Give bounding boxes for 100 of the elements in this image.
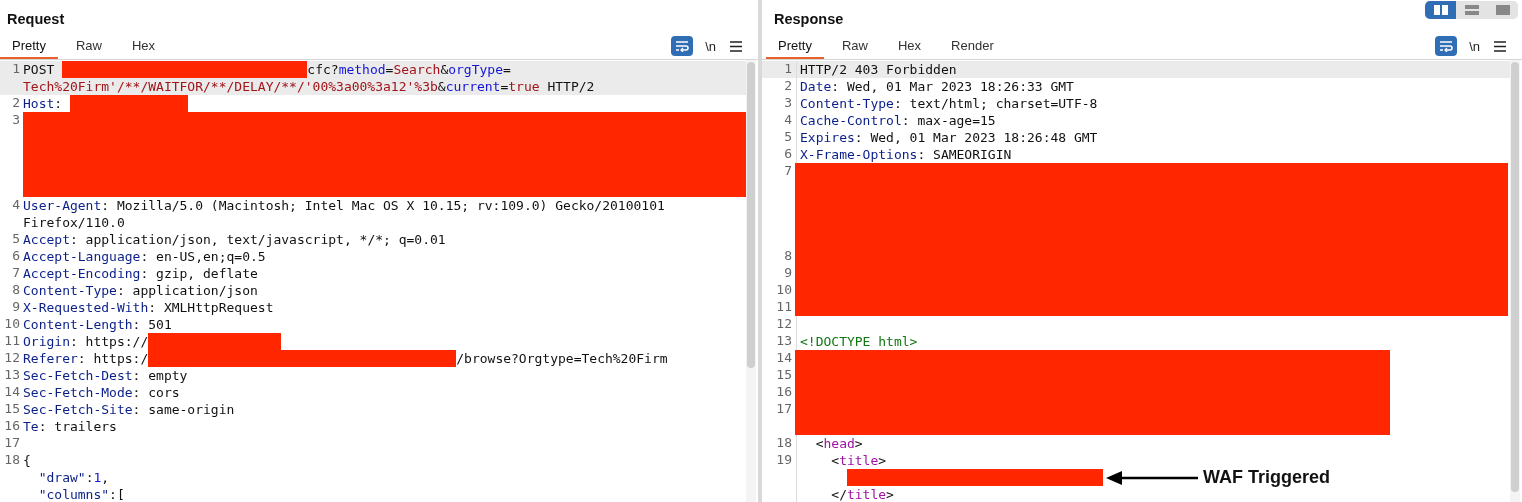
line-number: 11 [4, 333, 20, 348]
menu-icon[interactable] [1494, 41, 1506, 52]
line-number: 9 [12, 299, 20, 314]
line-number: 13 [4, 367, 20, 382]
code-token: :[ [109, 487, 125, 502]
line-number: 4 [12, 197, 20, 212]
code-token: : same-origin [132, 402, 235, 417]
arrow-icon [1106, 470, 1198, 485]
code-token: Tech%20Firm'/**/WAITFOR/**/DELAY/**/'00%3a00%3a12'%3b [23, 79, 438, 94]
line-number: 10 [4, 316, 20, 331]
tab[interactable]: Raw [63, 34, 114, 59]
line-number: 17 [776, 401, 792, 416]
code-token: Sec-Fetch-Mode [23, 385, 133, 400]
code-token: = [385, 62, 394, 77]
code-token: : [54, 96, 63, 111]
line-number: 15 [776, 367, 792, 382]
code-token: Accept [23, 232, 70, 247]
line-number: 9 [784, 265, 792, 280]
annotation-label: WAF Triggered [1203, 467, 1330, 488]
tab[interactable]: Render [939, 34, 1006, 59]
code-token: Sec-Fetch-Dest [23, 368, 133, 383]
code-token: X-Frame-Options [800, 147, 918, 162]
code-token: title [839, 453, 879, 468]
code-token: : 501 [132, 317, 172, 332]
code-token: /browse?Orgtype=Tech%20Firm [456, 351, 668, 366]
line-number: 1 [784, 61, 792, 76]
code-token: method [338, 62, 386, 77]
code-token: : application/json, text/javascript, */*; q=0.01 [69, 232, 446, 247]
code-token: : [85, 470, 94, 485]
menu-icon[interactable] [730, 41, 742, 52]
code-token: User-Agent [23, 198, 102, 213]
code-token: < [814, 436, 824, 451]
line-number: 14 [776, 350, 792, 365]
pane-title: Request [7, 10, 65, 27]
code-token: Date [800, 79, 832, 94]
line-number: 11 [776, 299, 792, 314]
tab[interactable]: Pretty [0, 34, 58, 59]
code-token: : max-age=15 [901, 113, 996, 128]
newline-toggle-button[interactable]: \n [1465, 34, 1484, 59]
tab[interactable]: Pretty [766, 34, 824, 59]
line-number: 7 [784, 163, 792, 178]
pane-title: Response [774, 10, 844, 27]
word-wrap-button[interactable] [671, 36, 694, 56]
code-token: Content-Length [23, 317, 133, 332]
code-token: Content-Type [23, 283, 117, 298]
code-token: : text/html; charset=UTF-8 [893, 96, 1098, 111]
line-number: 8 [784, 248, 792, 263]
newline-toggle-button[interactable]: \n [701, 34, 720, 59]
tab[interactable]: Hex [886, 34, 934, 59]
line-number: 12 [4, 350, 20, 365]
code-token: { [23, 453, 31, 468]
scrollbar-thumb[interactable] [1511, 62, 1519, 492]
code-token: <!DOCTYPE html> [800, 334, 918, 349]
code-token: POST [23, 62, 55, 77]
code-token: > [854, 436, 863, 451]
line-number: 7 [12, 265, 20, 280]
code-token: Sec-Fetch-Site [23, 402, 133, 417]
code-token: : en-US,en;q=0.5 [140, 249, 266, 264]
line-number: 2 [784, 78, 792, 93]
line-number: 17 [4, 435, 20, 450]
line-number: 3 [784, 95, 792, 110]
code-token: : trailers [38, 419, 117, 434]
code-token: Cache-Control [800, 113, 902, 128]
code-token: Origin [23, 334, 70, 349]
code-token: cfc? [307, 62, 339, 77]
code-token: : Wed, 01 Mar 2023 18:26:33 GMT [831, 79, 1074, 94]
line-number: 15 [4, 401, 20, 416]
tab[interactable]: Raw [829, 34, 880, 59]
code-token: : SAMEORIGIN [917, 147, 1012, 162]
code-token: Firefox/110.0 [23, 215, 125, 230]
code-token: : XMLHttpRequest [148, 300, 274, 315]
tab[interactable]: Hex [120, 34, 168, 59]
code-token: Search [393, 62, 441, 77]
code-token: : https:// [69, 334, 149, 349]
code-token: > [886, 487, 894, 502]
code-token: , [101, 470, 110, 485]
code-token: = [503, 62, 511, 77]
layout-toggle-button[interactable] [1425, 1, 1456, 19]
code-token: title [846, 487, 887, 502]
line-number: 8 [12, 282, 20, 297]
code-token: orgType [448, 62, 503, 77]
line-number: 14 [4, 384, 20, 399]
layout-icon [1495, 5, 1510, 15]
code-token: : cors [132, 385, 180, 400]
line-number: 16 [4, 418, 20, 433]
line-number: 5 [784, 129, 792, 144]
layout-icon [1464, 5, 1479, 15]
code-token: X-Requested-With [23, 300, 149, 315]
line-number: 6 [784, 146, 792, 161]
code-token: : Wed, 01 Mar 2023 18:26:48 GMT [854, 130, 1098, 145]
code-token: Referer [23, 351, 78, 366]
code-token: Accept-Language [23, 249, 141, 264]
code-token: : https:/ [77, 351, 149, 366]
scrollbar-thumb[interactable] [747, 62, 755, 368]
code-token: "draw" [37, 470, 86, 485]
line-number: 3 [12, 112, 20, 127]
code-token: : Mozilla/5.0 (Macintosh; Intel Mac OS X 10.15; rv:109.0) Gecko/20100101 [101, 198, 665, 213]
word-wrap-button[interactable] [1435, 36, 1458, 56]
code-token: < [830, 453, 840, 468]
line-number: 12 [776, 316, 792, 331]
